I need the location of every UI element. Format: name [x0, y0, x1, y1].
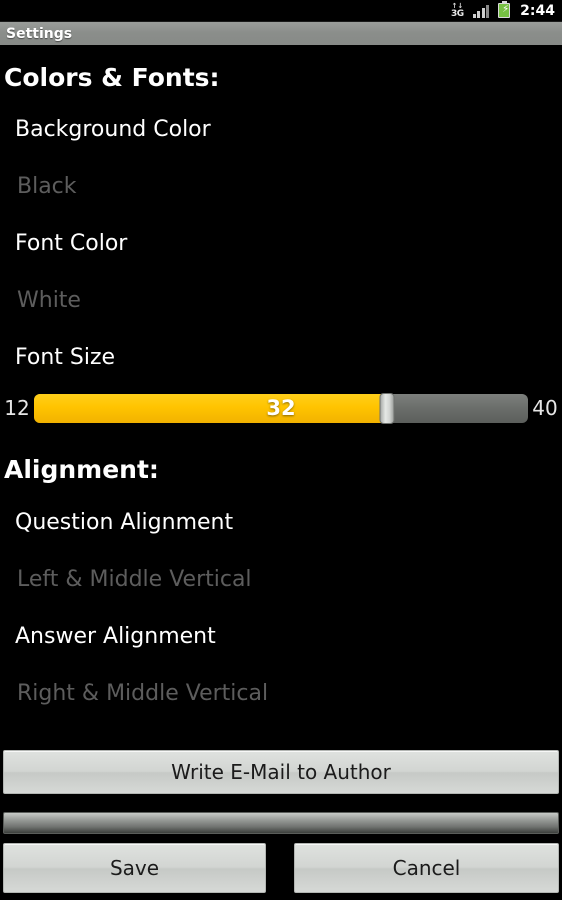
title-bar: Settings: [0, 21, 562, 45]
save-button[interactable]: Save: [3, 843, 266, 893]
pref-font-color-value[interactable]: White: [0, 288, 81, 313]
section-header-colors-fonts: Colors & Fonts:: [4, 63, 220, 92]
font-size-slider-fill: [34, 393, 387, 423]
pref-question-alignment-label[interactable]: Question Alignment: [0, 510, 233, 535]
write-email-to-author-button[interactable]: Write E-Mail to Author: [3, 750, 559, 794]
3g-label: 3G: [451, 8, 464, 19]
signal-bars-icon: [472, 4, 490, 18]
partially-hidden-button[interactable]: [3, 812, 559, 834]
font-size-slider-min-label: 12: [4, 396, 30, 420]
status-bar-icons: ↑↓ 3G ⚡ 2:44: [451, 0, 555, 19]
pref-question-alignment-value[interactable]: Left & Middle Vertical: [0, 567, 252, 592]
cancel-button[interactable]: Cancel: [294, 843, 559, 893]
pref-answer-alignment-label[interactable]: Answer Alignment: [0, 624, 216, 649]
section-header-alignment: Alignment:: [4, 455, 159, 484]
status-bar: ↑↓ 3G ⚡ 2:44: [0, 0, 562, 21]
pref-background-color-value[interactable]: Black: [0, 174, 77, 199]
pref-font-size-label: Font Size: [15, 345, 116, 370]
font-size-slider[interactable]: 32: [34, 392, 528, 424]
pref-answer-alignment-value[interactable]: Right & Middle Vertical: [0, 681, 268, 706]
font-size-slider-max-label: 40: [532, 396, 558, 420]
settings-list: Colors & Fonts: Background Color Black F…: [0, 45, 562, 738]
font-size-slider-thumb[interactable]: [379, 392, 395, 424]
pref-font-color-label[interactable]: Font Color: [0, 231, 127, 256]
page-title: Settings: [6, 25, 73, 42]
status-bar-clock: 2:44: [520, 2, 555, 19]
3g-data-icon: ↑↓ 3G: [451, 2, 464, 19]
pref-background-color-label[interactable]: Background Color: [0, 117, 211, 142]
font-size-slider-row: 12 32 40: [0, 390, 562, 426]
battery-charging-icon: ⚡: [498, 0, 511, 18]
